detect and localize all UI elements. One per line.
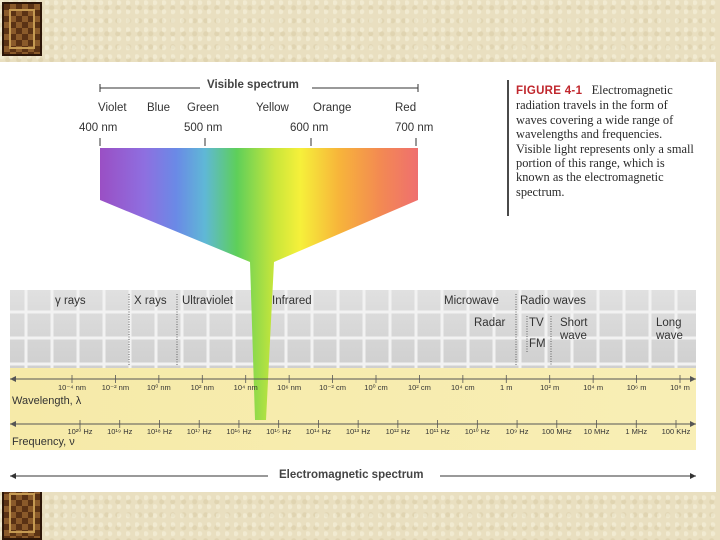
- wavelength-label-500: 500 nm: [184, 122, 223, 134]
- frequency-tick-label: 10⁹ Hz: [506, 427, 529, 436]
- color-label-violet: Violet: [98, 102, 127, 114]
- subregion-tv: TV: [529, 317, 544, 329]
- frequency-tick-label: 10¹⁸ Hz: [147, 427, 173, 436]
- corner-tile-bottom-left: [2, 486, 42, 540]
- caption-body: FIGURE 4-1 Electromagnetic radiation tra…: [516, 83, 696, 199]
- frequency-tick-label: 10²⁰ Hz: [67, 427, 92, 436]
- wavelength-tick-label: 10² nm: [191, 383, 214, 392]
- region-infrared: Infrared: [272, 295, 312, 307]
- caption-text: Electromagnetic radiation travels in the…: [516, 83, 694, 199]
- wavelength-tick-label: 1 m: [500, 383, 513, 392]
- frequency-tick-label: 10¹⁰ Hz: [465, 427, 490, 436]
- color-label-green: Green: [187, 102, 219, 114]
- frequency-tick-label: 10¹⁴ Hz: [306, 427, 332, 436]
- wavelength-tick-label: 10⁻⁴ nm: [58, 383, 86, 392]
- frequency-axis-label: Frequency, ν: [12, 436, 75, 448]
- wavelength-tick-label: 10⁶ nm: [277, 383, 301, 392]
- frequency-tick-label: 100 MHz: [542, 427, 572, 436]
- frequency-tick-label: 10¹⁷ Hz: [187, 427, 212, 436]
- color-label-yellow: Yellow: [256, 102, 289, 114]
- wavelength-tick-label: 10² cm: [408, 383, 431, 392]
- wavelength-label-700: 700 nm: [395, 122, 434, 134]
- frequency-tick-label: 100 KHz: [662, 427, 691, 436]
- frequency-tick-label: 1 MHz: [625, 427, 647, 436]
- caption-rule: [507, 80, 509, 216]
- corner-tile-top-left: [2, 2, 42, 56]
- wavelength-tick-label: 10⁻² cm: [319, 383, 346, 392]
- frequency-tick-label: 10 MHz: [584, 427, 610, 436]
- wavelength-tick-label: 10² m: [540, 383, 559, 392]
- frequency-tick-label: 10¹⁵ Hz: [266, 427, 291, 436]
- region-ultraviolet: Ultraviolet: [182, 295, 234, 307]
- wavelength-tick-label: 10⁶ m: [627, 383, 647, 392]
- wavelength-tick-label: 10⁴ nm: [234, 383, 258, 392]
- wavelength-tick-label: 10⁻² nm: [102, 383, 129, 392]
- subregion-long-wave: Long wave: [656, 317, 683, 342]
- wavelength-tick-label: 10⁸ m: [670, 383, 690, 392]
- wavelength-tick-label: 10⁴ m: [583, 383, 603, 392]
- region-microwave: Microwave: [444, 295, 499, 307]
- frequency-tick-label: 10¹⁶ Hz: [226, 427, 251, 436]
- frequency-tick-label: 10¹⁹ Hz: [107, 427, 133, 436]
- color-label-orange: Orange: [313, 102, 352, 114]
- visible-spectrum-title: Visible spectrum: [207, 79, 299, 91]
- subregion-short-wave: Short wave: [560, 317, 588, 342]
- wavelength-tick-label: 10⁰ nm: [147, 383, 171, 392]
- region-radio-waves: Radio waves: [520, 295, 586, 307]
- wavelength-axis-label: Wavelength, λ: [12, 395, 82, 407]
- wavelength-tick-label: 10⁰ cm: [364, 383, 387, 392]
- subregion-radar: Radar: [474, 317, 506, 329]
- frequency-tick-label: 10¹² Hz: [386, 427, 411, 436]
- frequency-tick-label: 10¹³ Hz: [346, 427, 371, 436]
- wavelength-label-600: 600 nm: [290, 122, 329, 134]
- wavelength-tick-label: 10⁴ cm: [451, 383, 475, 392]
- frequency-tick-label: 10¹¹ Hz: [425, 427, 450, 436]
- region-x-rays: X rays: [134, 295, 167, 307]
- electromagnetic-spectrum-title: Electromagnetic spectrum: [279, 469, 424, 481]
- color-label-red: Red: [395, 102, 417, 114]
- region-gamma-rays: γ rays: [55, 295, 86, 307]
- figure-caption: FIGURE 4-1 Electromagnetic radiation tra…: [507, 80, 695, 218]
- color-label-blue: Blue: [147, 102, 171, 114]
- figure-label: FIGURE 4-1: [516, 85, 583, 97]
- wavelength-label-400: 400 nm: [79, 122, 118, 134]
- subregion-fm: FM: [529, 338, 546, 350]
